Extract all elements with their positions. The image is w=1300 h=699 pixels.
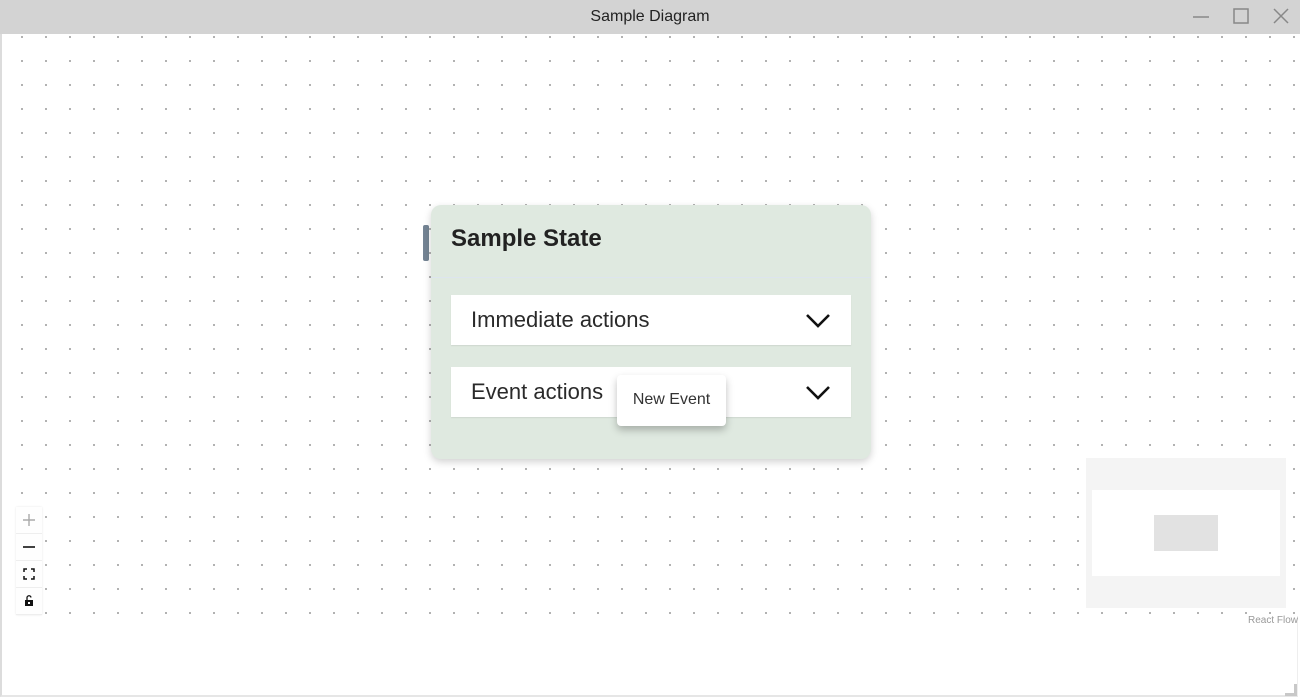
unlock-icon	[25, 595, 33, 606]
flow-controls	[16, 507, 42, 615]
node-title: Sample State	[451, 225, 602, 252]
fit-view-button[interactable]	[16, 561, 42, 588]
chevron-down-icon	[806, 386, 830, 400]
minus-icon	[23, 546, 35, 548]
maximize-button[interactable]	[1229, 5, 1253, 27]
chevron-down-icon	[806, 314, 830, 328]
resize-grip[interactable]	[1285, 684, 1297, 696]
maximize-icon	[1233, 8, 1249, 24]
react-flow-attribution[interactable]: React Flow	[1248, 615, 1298, 626]
event-actions-label: Event actions	[471, 379, 604, 404]
zoom-out-button[interactable]	[16, 534, 42, 561]
zoom-in-button[interactable]	[16, 507, 42, 534]
window-title: Sample Diagram	[590, 8, 710, 25]
new-event-button[interactable]: New Event	[617, 375, 726, 426]
new-event-label: New Event	[632, 391, 711, 408]
minimap[interactable]	[1086, 458, 1286, 608]
immediate-actions-label: Immediate actions	[471, 307, 650, 332]
immediate-actions-accordion[interactable]: Immediate actions	[451, 295, 851, 345]
title-bar: Sample Diagram	[0, 0, 1300, 34]
minimap-node	[1154, 515, 1218, 551]
minimize-button[interactable]	[1189, 5, 1213, 27]
node-divider	[431, 277, 871, 278]
minimize-icon	[1193, 16, 1209, 18]
node-target-handle[interactable]	[423, 225, 429, 261]
fit-view-icon	[23, 568, 35, 580]
close-button[interactable]	[1269, 5, 1293, 27]
toggle-interactivity-button[interactable]	[16, 588, 42, 615]
close-icon	[1273, 8, 1289, 24]
plus-icon	[23, 514, 35, 526]
